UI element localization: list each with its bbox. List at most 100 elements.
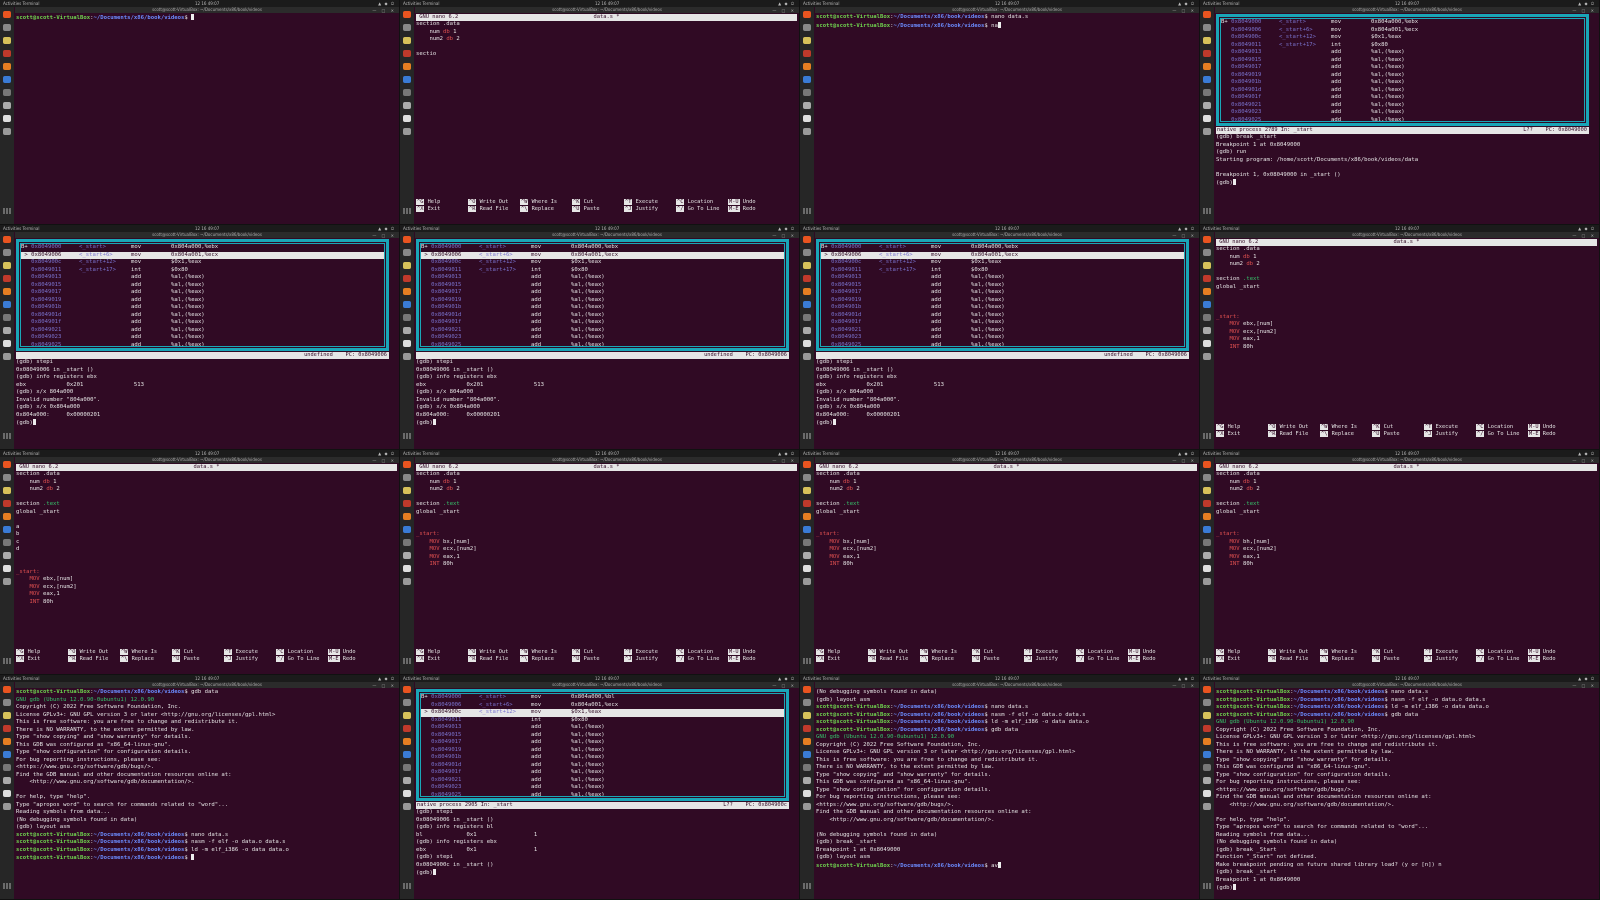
- dock-app-icon[interactable]: [403, 249, 411, 256]
- show-apps-icon[interactable]: [803, 208, 811, 214]
- show-apps-icon[interactable]: [1203, 208, 1211, 214]
- dock-app-icon[interactable]: [403, 314, 411, 321]
- activities-label[interactable]: Activities Terminal: [403, 450, 439, 457]
- dock-app-icon[interactable]: [403, 777, 411, 784]
- dock-app-icon[interactable]: [803, 699, 811, 706]
- activities-label[interactable]: Activities Terminal: [1203, 675, 1239, 682]
- dock-app-icon[interactable]: [3, 50, 11, 57]
- system-tray-icons[interactable]: ▲ ◆ ⏻: [778, 675, 795, 682]
- dock-app-icon[interactable]: [1203, 500, 1211, 507]
- nano-shortcut[interactable]: ^K Cut ^U Paste: [1372, 424, 1400, 438]
- dock-app-icon[interactable]: [403, 474, 411, 481]
- nano-shortcut[interactable]: ^G Help ^X Exit: [1216, 424, 1240, 438]
- dock-app-icon[interactable]: [3, 249, 11, 256]
- nano-shortcut[interactable]: ^T Execute ^J Justify: [624, 649, 658, 663]
- terminal[interactable]: GNU nano 6.2 data.s * section .data num db…: [16, 464, 397, 672]
- dock-app-icon[interactable]: [803, 777, 811, 784]
- dock-app-icon[interactable]: [3, 565, 11, 572]
- dock-app-icon[interactable]: [803, 686, 811, 693]
- show-apps-icon[interactable]: [1203, 883, 1211, 889]
- activities-label[interactable]: Activities Terminal: [3, 450, 39, 457]
- dock-app-icon[interactable]: [803, 353, 811, 360]
- system-tray-icons[interactable]: ▲ ◆ ⏻: [1578, 675, 1595, 682]
- dock-app-icon[interactable]: [403, 353, 411, 360]
- dock-app-icon[interactable]: [3, 539, 11, 546]
- nano-shortcut[interactable]: ^G Help ^X Exit: [416, 199, 440, 213]
- dock-app-icon[interactable]: [1203, 249, 1211, 256]
- dock-app-icon[interactable]: [403, 751, 411, 758]
- dock-app-icon[interactable]: [803, 314, 811, 321]
- nano-shortcut[interactable]: ^K Cut ^U Paste: [172, 649, 200, 663]
- activities-label[interactable]: Activities Terminal: [803, 450, 839, 457]
- dock-app-icon[interactable]: [803, 725, 811, 732]
- dock-app-icon[interactable]: [403, 128, 411, 135]
- activities-label[interactable]: Activities Terminal: [803, 225, 839, 232]
- dock-app-icon[interactable]: [403, 565, 411, 572]
- terminal[interactable]: B+ 0x8049000 <_start> mov 0x804a000,%ebx > …: [416, 239, 797, 447]
- terminal[interactable]: B+ 0x8049000 <_start> mov 0x804a000,%bl 0x8…: [416, 689, 797, 897]
- terminal[interactable]: GNU nano 6.2 data.s * section .data num db…: [816, 464, 1197, 672]
- activities-label[interactable]: Activities Terminal: [403, 225, 439, 232]
- dock-app-icon[interactable]: [403, 500, 411, 507]
- dock-app-icon[interactable]: [403, 461, 411, 468]
- terminal[interactable]: scott@scott-VirtualBox:~/Documents/x86/b…: [1216, 689, 1597, 897]
- dock-app-icon[interactable]: [403, 327, 411, 334]
- dock-app-icon[interactable]: [403, 89, 411, 96]
- dock-app-icon[interactable]: [3, 500, 11, 507]
- dock-app-icon[interactable]: [1203, 63, 1211, 70]
- dock-app-icon[interactable]: [1203, 461, 1211, 468]
- dock-app-icon[interactable]: [3, 578, 11, 585]
- system-tray-icons[interactable]: ▲ ◆ ⏻: [1578, 225, 1595, 232]
- nano-shortcut[interactable]: ^O Write Out ^R Read File: [468, 649, 508, 663]
- dock-app-icon[interactable]: [803, 115, 811, 122]
- dock-app-icon[interactable]: [3, 487, 11, 494]
- dock-app-icon[interactable]: [3, 236, 11, 243]
- dock-app-icon[interactable]: [403, 578, 411, 585]
- dock-app-icon[interactable]: [1203, 340, 1211, 347]
- dock-app-icon[interactable]: [3, 725, 11, 732]
- dock-app-icon[interactable]: [403, 288, 411, 295]
- dock-app-icon[interactable]: [803, 128, 811, 135]
- dock-app-icon[interactable]: [1203, 751, 1211, 758]
- dock-app-icon[interactable]: [3, 790, 11, 797]
- nano-shortcut[interactable]: ^K Cut ^U Paste: [572, 649, 600, 663]
- system-tray-icons[interactable]: ▲ ◆ ⏻: [378, 675, 395, 682]
- dock-app-icon[interactable]: [3, 76, 11, 83]
- dock-app-icon[interactable]: [403, 513, 411, 520]
- activities-label[interactable]: Activities Terminal: [1203, 450, 1239, 457]
- dock-app-icon[interactable]: [403, 102, 411, 109]
- dock-app-icon[interactable]: [803, 327, 811, 334]
- activities-label[interactable]: Activities Terminal: [3, 675, 39, 682]
- dock-app-icon[interactable]: [1203, 578, 1211, 585]
- dock-app-icon[interactable]: [403, 50, 411, 57]
- dock-app-icon[interactable]: [1203, 513, 1211, 520]
- dock-app-icon[interactable]: [1203, 487, 1211, 494]
- nano-shortcut[interactable]: ^O Write Out ^R Read File: [1268, 649, 1308, 663]
- dock-app-icon[interactable]: [3, 461, 11, 468]
- dock-app-icon[interactable]: [3, 11, 11, 18]
- nano-shortcut[interactable]: ^C Location ^/ Go To Line: [1476, 424, 1519, 438]
- show-apps-icon[interactable]: [1203, 658, 1211, 664]
- nano-shortcut[interactable]: ^K Cut ^U Paste: [1372, 649, 1400, 663]
- dock-app-icon[interactable]: [403, 63, 411, 70]
- nano-shortcut[interactable]: ^G Help ^X Exit: [16, 649, 40, 663]
- nano-shortcut[interactable]: ^O Write Out ^R Read File: [868, 649, 908, 663]
- dock-app-icon[interactable]: [3, 128, 11, 135]
- dock-app-icon[interactable]: [403, 37, 411, 44]
- dock-app-icon[interactable]: [803, 236, 811, 243]
- terminal[interactable]: B+ 0x8049000 <_start> mov 0x804a000,%ebx > …: [816, 239, 1197, 447]
- dock-app-icon[interactable]: [3, 102, 11, 109]
- terminal[interactable]: scott@scott-VirtualBox:~/Documents/x86/b…: [16, 14, 397, 222]
- nano-shortcut[interactable]: ^G Help ^X Exit: [1216, 649, 1240, 663]
- activities-label[interactable]: Activities Terminal: [803, 675, 839, 682]
- dock-app-icon[interactable]: [803, 474, 811, 481]
- nano-shortcut[interactable]: M-U Undo M-E Redo: [1528, 424, 1556, 438]
- nano-shortcut[interactable]: ^G Help ^X Exit: [416, 649, 440, 663]
- dock-app-icon[interactable]: [3, 275, 11, 282]
- dock-app-icon[interactable]: [3, 738, 11, 745]
- terminal[interactable]: GNU nano 6.2 data.s * section .data num db…: [1216, 239, 1597, 447]
- nano-shortcut[interactable]: M-U Undo M-E Redo: [1128, 649, 1156, 663]
- terminal[interactable]: B+ 0x8049000 <_start> mov 0x804a000,%ebx > …: [16, 239, 397, 447]
- dock-app-icon[interactable]: [1203, 725, 1211, 732]
- dock-app-icon[interactable]: [403, 11, 411, 18]
